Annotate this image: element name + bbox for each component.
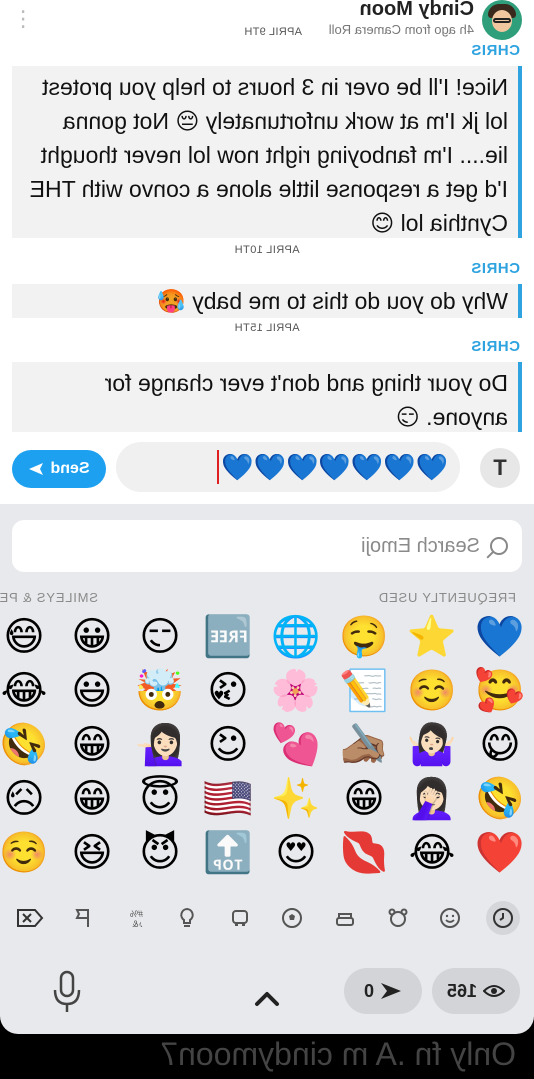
story-caption: Only fn .A m cindymoon7 (0, 1034, 534, 1079)
section-label-smileys: SMILEYS & PEOPLE (0, 590, 98, 605)
text-cursor (217, 450, 220, 484)
emoji-category-bar: #% ♪& (6, 900, 526, 936)
emoji-key[interactable]: ☺️ (0, 826, 58, 880)
symbols-icon[interactable]: #% ♪& (117, 901, 151, 935)
emoji-key[interactable]: 🤦🏻‍♀️ (398, 772, 466, 826)
recent-icon[interactable] (486, 901, 520, 935)
animal-icon[interactable] (381, 901, 415, 935)
emoji-key[interactable]: 😂 (0, 664, 58, 718)
emoji-key[interactable]: 😀 (58, 610, 126, 664)
emoji-key[interactable]: 🌸 (262, 664, 330, 718)
section-label-frequent: FREQUENTLY USED (378, 590, 516, 605)
chat-area: Cindy Moon 4h ago from Camera Roll APRIL… (0, 0, 534, 432)
emoji-search-input[interactable]: Search Emoji (12, 520, 522, 572)
avatar[interactable] (482, 0, 522, 40)
emoji-key[interactable]: 🤷🏻‍♀️ (398, 718, 466, 772)
message-sender: CHRIS (470, 42, 520, 59)
emoji-key[interactable]: 😉 (194, 718, 262, 772)
emoji-key[interactable]: 💕 (262, 718, 330, 772)
objects-icon[interactable] (170, 901, 204, 935)
date-separator: APRIL 15TH (234, 322, 300, 334)
emoji-key[interactable]: 🥰 (466, 664, 534, 718)
chat-header: Cindy Moon 4h ago from Camera Roll APRIL… (0, 0, 534, 44)
emoji-key[interactable]: ❤️ (466, 826, 534, 880)
message-input-value: 💙💙💙💙💙💙💙 (221, 452, 448, 482)
emoji-key[interactable]: 💙 (466, 610, 534, 664)
streak-count: 0 (364, 980, 375, 1001)
emoji-key[interactable]: 🆓 (194, 610, 262, 664)
emoji-key[interactable]: 😁 (58, 772, 126, 826)
emoji-key[interactable]: 😍 (262, 826, 330, 880)
view-count: 165 (446, 980, 478, 1001)
emoji-key[interactable]: 😏 (126, 610, 194, 664)
chevron-up-icon[interactable] (254, 986, 280, 1012)
date-separator: APRIL 10TH (234, 244, 300, 256)
emoji-keyboard: Search Emoji FREQUENTLY USED SMILEYS & P… (0, 504, 534, 1034)
text-style-button[interactable]: T (480, 448, 520, 488)
emoji-key[interactable]: 😂 (398, 826, 466, 880)
message-bubble[interactable]: Nice! I'll be over in 3 hours to help yo… (12, 66, 522, 238)
message-bubble[interactable]: Why do you do this to me baby 🥵 (12, 284, 522, 318)
travel-icon[interactable] (223, 901, 257, 935)
svg-text:♪&: ♪& (133, 919, 144, 929)
emoji-key[interactable]: 💋 (330, 826, 398, 880)
flag-icon[interactable] (65, 901, 99, 935)
emoji-key[interactable]: 😅 (0, 610, 58, 664)
send-label: Send (50, 460, 90, 477)
forward-count-button[interactable]: 0 (344, 968, 422, 1014)
forward-arrow-icon (381, 983, 402, 999)
emoji-key[interactable]: 😋 (466, 718, 534, 772)
eye-icon (483, 985, 506, 997)
search-placeholder: Search Emoji (361, 534, 480, 557)
emoji-key[interactable]: 🇺🇸 (194, 772, 262, 826)
emoji-key[interactable]: 😁 (58, 718, 126, 772)
more-options-icon[interactable]: ⋮ (12, 6, 34, 34)
smiley-icon[interactable] (433, 901, 467, 935)
emoji-key[interactable]: 🤤 (330, 610, 398, 664)
microphone-icon[interactable] (50, 970, 84, 1014)
send-button[interactable]: Send (12, 450, 106, 488)
emoji-key[interactable]: 😃 (58, 664, 126, 718)
svg-text:#%: #% (130, 909, 143, 919)
emoji-key[interactable]: 📝 (330, 664, 398, 718)
emoji-key[interactable]: 🤣 (0, 718, 58, 772)
emoji-grid: 💙 ⭐ 🤤 🌐 🆓 😏 😀 😅 🥰 ☺️ 📝 🌸 😘 🤯 😃 😂 😋 🤷🏻‍♀️ ✍🏽 💕 😉 💁🏻‍♀️ 😁 🤣 🤣 🤦🏻‍♀️… (0, 610, 534, 886)
snapchat-chat-screen: Cindy Moon 4h ago from Camera Roll APRIL… (0, 0, 534, 1079)
message-input[interactable]: 💙💙💙💙💙💙💙 (116, 442, 460, 492)
sports-icon[interactable] (275, 901, 309, 935)
last-active-status: 4h ago from Camera Roll (328, 22, 474, 37)
message-sender: CHRIS (470, 338, 520, 355)
emoji-key[interactable]: 😁 (330, 772, 398, 826)
emoji-key[interactable]: 😈 (126, 826, 194, 880)
message-bubble[interactable]: Do your thing and don't ever change for … (12, 362, 522, 432)
emoji-key[interactable]: 😥 (0, 772, 58, 826)
search-icon (490, 537, 508, 555)
emoji-key[interactable]: 🔝 (194, 826, 262, 880)
emoji-key[interactable]: ☺️ (398, 664, 466, 718)
emoji-key[interactable]: 🤣 (466, 772, 534, 826)
emoji-key[interactable]: 💁🏻‍♀️ (126, 718, 194, 772)
emoji-key[interactable]: 😆 (58, 826, 126, 880)
date-separator: APRIL 9TH (244, 26, 302, 38)
emoji-key[interactable]: 🤯 (126, 664, 194, 718)
keyboard-bottom-row: 165 0 (0, 960, 534, 1030)
send-arrow-icon (29, 463, 44, 475)
emoji-key[interactable]: ✨ (262, 772, 330, 826)
emoji-key[interactable]: 😇 (126, 772, 194, 826)
delete-icon[interactable] (12, 901, 46, 935)
message-sender: CHRIS (470, 260, 520, 277)
emoji-key[interactable]: 🌐 (262, 610, 330, 664)
emoji-key[interactable]: ⭐ (398, 610, 466, 664)
emoji-key[interactable]: 😘 (194, 664, 262, 718)
emoji-key[interactable]: ✍🏽 (330, 718, 398, 772)
composer-bar: T 💙💙💙💙💙💙💙 Send (0, 432, 534, 504)
contact-name[interactable]: Cindy Moon (360, 0, 474, 21)
food-icon[interactable] (328, 901, 362, 935)
abc-views-button[interactable]: 165 (432, 968, 520, 1014)
